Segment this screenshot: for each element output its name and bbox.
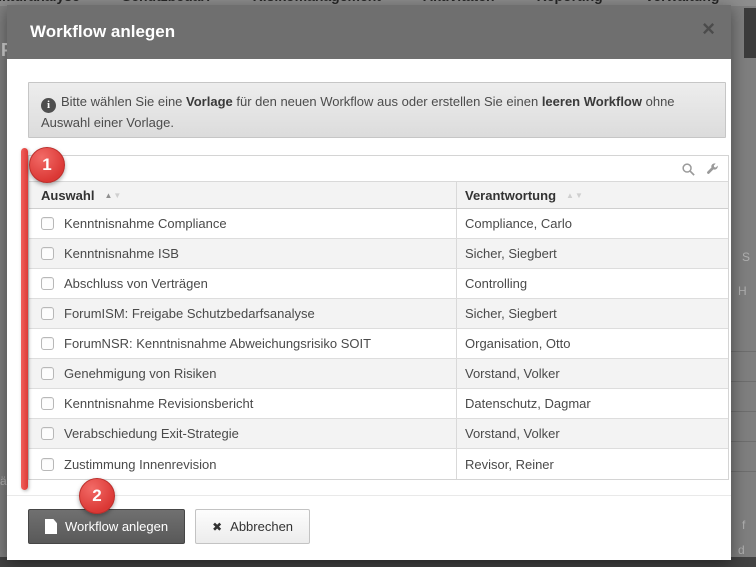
chevron-down-icon: ▾: [724, 0, 729, 2]
table-row[interactable]: Zustimmung Innenrevision Revisor, Reiner: [29, 449, 728, 479]
table-toolbar: [29, 156, 728, 182]
sort-icons: ▲▼: [104, 191, 122, 200]
annotation-step-2: 2: [79, 478, 115, 514]
settings-wrench-icon[interactable]: [705, 162, 720, 177]
nav-item-reporting[interactable]: Reporting▾: [537, 0, 613, 4]
workflow-template-name: Zustimmung Innenrevision: [64, 457, 216, 472]
table-row[interactable]: ForumISM: Freigabe Schutzbedarfsanalyse …: [29, 299, 728, 329]
row-checkbox[interactable]: [41, 247, 54, 260]
nav-item-strukturanalyse[interactable]: Strukturanalyse▾: [0, 0, 90, 4]
table-row[interactable]: Verabschiedung Exit-Strategie Vorstand, …: [29, 419, 728, 449]
row-checkbox[interactable]: [41, 277, 54, 290]
row-checkbox[interactable]: [41, 427, 54, 440]
annotation-step-1: 1: [29, 147, 65, 183]
annotation-line: [21, 148, 28, 490]
background-page-remnant: [744, 8, 756, 58]
close-icon[interactable]: ×: [702, 18, 715, 40]
row-checkbox[interactable]: [41, 397, 54, 410]
responsible-value: Datenschutz, Dagmar: [456, 389, 728, 418]
info-message: iBitte wählen Sie eine Vorlage für den n…: [28, 82, 726, 138]
row-checkbox[interactable]: [41, 367, 54, 380]
workflow-template-name: Genehmigung von Risiken: [64, 366, 216, 381]
dialog-header: Workflow anlegen ×: [7, 5, 731, 59]
chevron-down-icon: ▾: [608, 0, 613, 2]
chevron-down-icon: ▾: [85, 0, 90, 2]
responsible-value: Organisation, Otto: [456, 329, 728, 358]
background-page-remnant: f: [742, 518, 745, 532]
background-page-remnant: H: [738, 284, 747, 298]
dialog-title: Workflow anlegen: [30, 22, 175, 42]
responsible-value: Vorstand, Volker: [456, 419, 728, 448]
table-row[interactable]: Kenntnisnahme Compliance Compliance, Car…: [29, 209, 728, 239]
table-row[interactable]: Genehmigung von Risiken Vorstand, Volker: [29, 359, 728, 389]
background-page-remnant: [731, 322, 756, 472]
sort-icons: ▲▼: [566, 191, 584, 200]
template-table: Auswahl ▲▼ Verantwortung ▲▼ Kenntnisnahm…: [28, 155, 729, 480]
row-checkbox[interactable]: [41, 307, 54, 320]
row-checkbox[interactable]: [41, 337, 54, 350]
responsible-value: Revisor, Reiner: [456, 449, 728, 479]
table-row[interactable]: ForumNSR: Kenntnisnahme Abweichungsrisik…: [29, 329, 728, 359]
dialog-footer: Workflow anlegen ✖ Abbrechen: [28, 509, 310, 544]
column-header-auswahl[interactable]: Auswahl ▲▼: [29, 182, 456, 208]
table-search-input[interactable]: [29, 156, 728, 181]
workflow-template-name: Verabschiedung Exit-Strategie: [64, 426, 239, 441]
responsible-value: Vorstand, Volker: [456, 359, 728, 388]
nav-item-aktivitaeten[interactable]: Aktivitäten▾: [423, 0, 505, 4]
workflow-template-name: ForumISM: Freigabe Schutzbedarfsanalyse: [64, 306, 315, 321]
create-workflow-dialog: Workflow anlegen × iBitte wählen Sie ein…: [7, 5, 731, 560]
workflow-template-name: Abschluss von Verträgen: [64, 276, 208, 291]
table-body: Kenntnisnahme Compliance Compliance, Car…: [29, 209, 728, 479]
workflow-template-name: Kenntnisnahme Revisionsbericht: [64, 396, 253, 411]
chevron-down-icon: ▾: [386, 0, 391, 2]
background-page-remnant: S: [742, 250, 750, 264]
background-page-remnant: d: [738, 543, 745, 557]
cancel-x-icon: ✖: [212, 520, 222, 534]
workflow-template-name: Kenntnisnahme ISB: [64, 246, 179, 261]
responsible-value: Sicher, Siegbert: [456, 299, 728, 328]
responsible-value: Compliance, Carlo: [456, 209, 728, 238]
table-row[interactable]: Abschluss von Verträgen Controlling: [29, 269, 728, 299]
document-icon: [45, 519, 57, 534]
row-checkbox[interactable]: [41, 458, 54, 471]
cancel-button[interactable]: ✖ Abbrechen: [195, 509, 310, 544]
workflow-template-name: Kenntnisnahme Compliance: [64, 216, 227, 231]
responsible-value: Controlling: [456, 269, 728, 298]
workflow-template-name: ForumNSR: Kenntnisnahme Abweichungsrisik…: [64, 336, 371, 351]
background-page-remnant: ä: [0, 474, 7, 488]
table-row[interactable]: Kenntnisnahme Revisionsbericht Datenschu…: [29, 389, 728, 419]
table-row[interactable]: Kenntnisnahme ISB Sicher, Siegbert: [29, 239, 728, 269]
search-icon[interactable]: [681, 162, 696, 177]
chevron-down-icon: ▾: [216, 0, 221, 2]
chevron-down-icon: ▾: [500, 0, 505, 2]
column-header-verantwortung[interactable]: Verantwortung ▲▼: [456, 182, 728, 208]
create-workflow-button[interactable]: Workflow anlegen: [28, 509, 185, 544]
footer-divider: [7, 495, 731, 496]
responsible-value: Sicher, Siegbert: [456, 239, 728, 268]
table-header-row: Auswahl ▲▼ Verantwortung ▲▼: [29, 182, 728, 209]
nav-item-verwaltung[interactable]: Verwaltung▾: [645, 0, 730, 4]
info-icon: i: [41, 98, 56, 113]
nav-item-risikomanagement[interactable]: Risikomanagement▾: [253, 0, 391, 4]
row-checkbox[interactable]: [41, 217, 54, 230]
nav-item-schutzbedarf[interactable]: Schutzbedarf▾: [122, 0, 221, 4]
